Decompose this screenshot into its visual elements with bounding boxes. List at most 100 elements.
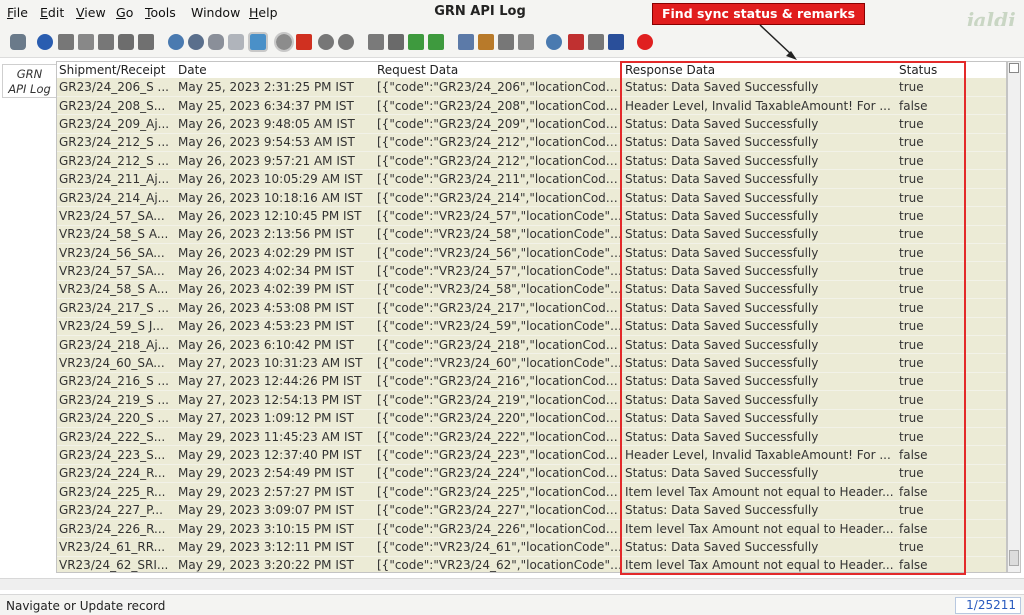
window-icon[interactable] [608, 34, 624, 50]
close-icon[interactable] [637, 34, 653, 50]
date-cell[interactable]: May 26, 2023 4:02:39 PM IST [176, 280, 375, 300]
table-row[interactable]: GR23/24_226_R... May 29, 2023 3:10:15 PM … [57, 519, 1006, 539]
table-row[interactable]: GR23/24_208_S... May 25, 2023 6:34:37 PM … [57, 96, 1006, 116]
date-cell[interactable]: May 26, 2023 6:10:42 PM IST [176, 335, 375, 355]
status-cell[interactable]: false [897, 96, 1006, 116]
product-icon[interactable] [588, 34, 604, 50]
scrollbar-thumb[interactable] [1009, 550, 1019, 566]
vertical-scrollbar[interactable] [1007, 61, 1021, 573]
shipment-cell[interactable]: VR23/24_58_S A... [57, 225, 176, 245]
status-cell[interactable]: true [897, 169, 1006, 189]
response-data-cell[interactable]: Status: Data Saved Successfully [623, 372, 897, 392]
forward-icon[interactable] [338, 34, 354, 50]
zoom-icon[interactable] [546, 34, 562, 50]
column-header[interactable]: Status [897, 62, 1006, 78]
request-data-cell[interactable]: [{"code":"VR23/24_56","locationCode":"..… [375, 243, 623, 263]
date-cell[interactable]: May 26, 2023 4:02:29 PM IST [176, 243, 375, 263]
column-chooser-icon[interactable] [1009, 63, 1019, 73]
archive-icon[interactable] [478, 34, 494, 50]
date-cell[interactable]: May 25, 2023 2:31:25 PM IST [176, 78, 375, 97]
response-data-cell[interactable]: Status: Data Saved Successfully [623, 537, 897, 557]
table-row[interactable]: GR23/24_218_Aj... May 26, 2023 6:10:42 PM… [57, 335, 1006, 355]
print-preview-icon[interactable] [518, 34, 534, 50]
date-cell[interactable]: May 26, 2023 4:53:08 PM IST [176, 298, 375, 318]
request-data-cell[interactable]: [{"code":"GR23/24_208","locationCode... [375, 96, 623, 116]
shipment-cell[interactable]: GR23/24_220_S ... [57, 409, 176, 428]
refresh-icon[interactable] [168, 34, 184, 50]
status-cell[interactable]: true [897, 464, 1006, 484]
table-row[interactable]: VR23/24_58_S A... May 26, 2023 2:13:56 PM… [57, 225, 1006, 245]
shipment-cell[interactable]: GR23/24_227_P... [57, 500, 176, 520]
shipment-cell[interactable]: GR23/24_216_S ... [57, 372, 176, 392]
date-cell[interactable]: May 26, 2023 10:18:16 AM IST [176, 188, 375, 208]
table-row[interactable]: GR23/24_212_S ... May 26, 2023 9:54:53 AM… [57, 133, 1006, 153]
response-data-cell[interactable]: Item level Tax Amount not equal to Heade… [623, 482, 897, 502]
request-data-cell[interactable]: [{"code":"VR23/24_58","locationCode":"..… [375, 280, 623, 300]
shipment-cell[interactable]: GR23/24_214_Aj... [57, 188, 176, 208]
status-cell[interactable]: true [897, 335, 1006, 355]
table-row[interactable]: GR23/24_220_S ... May 27, 2023 1:09:12 PM… [57, 409, 1006, 428]
status-cell[interactable]: true [897, 427, 1006, 447]
request-data-cell[interactable]: [{"code":"GR23/24_212","locationCode... [375, 151, 623, 171]
request-data-cell[interactable]: [{"code":"VR23/24_58","locationCode":"..… [375, 225, 623, 245]
response-data-cell[interactable]: Status: Data Saved Successfully [623, 409, 897, 428]
api-log-grid[interactable]: Shipment/Receipt Date Request Data Response… [56, 61, 1007, 573]
table-row[interactable]: GR23/24_227_P... May 29, 2023 3:09:07 PM … [57, 500, 1006, 520]
status-cell[interactable]: true [897, 409, 1006, 428]
column-header[interactable]: Request Data [375, 62, 623, 78]
fullscreen-icon[interactable] [248, 32, 268, 52]
date-cell[interactable]: May 29, 2023 2:57:27 PM IST [176, 482, 375, 502]
history-icon[interactable] [274, 32, 294, 52]
shipment-cell[interactable]: VR23/24_57_SA... [57, 261, 176, 281]
help-icon[interactable] [37, 34, 53, 50]
request-data-cell[interactable]: [{"code":"GR23/24_209","locationCode... [375, 114, 623, 134]
request-data-cell[interactable]: [{"code":"GR23/24_206","locationCode... [375, 78, 623, 97]
report-icon[interactable] [458, 34, 474, 50]
copy-icon[interactable] [78, 34, 94, 50]
request-data-cell[interactable]: [{"code":"VR23/24_60","locationCode":"..… [375, 353, 623, 373]
table-row[interactable]: GR23/24_206_S ... May 25, 2023 2:31:25 PM… [57, 78, 1006, 97]
status-cell[interactable]: false [897, 482, 1006, 502]
table-row[interactable]: VR23/24_57_SA... May 26, 2023 12:10:45 PM… [57, 206, 1006, 226]
date-cell[interactable]: May 29, 2023 11:45:23 AM IST [176, 427, 375, 447]
request-data-cell[interactable]: [{"code":"GR23/24_225","locationCode... [375, 482, 623, 502]
table-row[interactable]: VR23/24_61_RR... May 29, 2023 3:12:11 PM … [57, 537, 1006, 557]
response-data-cell[interactable]: Header Level, Invalid TaxableAmount! For… [623, 96, 897, 116]
status-cell[interactable]: true [897, 133, 1006, 153]
date-cell[interactable]: May 29, 2023 3:12:11 PM IST [176, 537, 375, 557]
status-cell[interactable]: true [897, 372, 1006, 392]
response-data-cell[interactable]: Status: Data Saved Successfully [623, 500, 897, 520]
response-data-cell[interactable]: Status: Data Saved Successfully [623, 298, 897, 318]
shipment-cell[interactable]: GR23/24_224_R... [57, 464, 176, 484]
shipment-cell[interactable]: GR23/24_206_S ... [57, 78, 176, 97]
record-count[interactable]: 1/25211 [955, 597, 1021, 614]
date-cell[interactable]: May 26, 2023 12:10:45 PM IST [176, 206, 375, 226]
response-data-cell[interactable]: Header Level, Invalid TaxableAmount! For… [623, 445, 897, 465]
date-cell[interactable]: May 29, 2023 3:10:15 PM IST [176, 519, 375, 539]
response-data-cell[interactable]: Item level Tax Amount not equal to Heade… [623, 519, 897, 539]
date-cell[interactable]: May 26, 2023 2:13:56 PM IST [176, 225, 375, 245]
request-data-cell[interactable]: [{"code":"GR23/24_226","locationCode... [375, 519, 623, 539]
request-data-cell[interactable]: [{"code":"GR23/24_227","locationCode... [375, 500, 623, 520]
chat-icon[interactable] [228, 34, 244, 50]
response-data-cell[interactable]: Status: Data Saved Successfully [623, 464, 897, 484]
table-row[interactable]: VR23/24_56_SA... May 26, 2023 4:02:29 PM … [57, 243, 1006, 263]
request-data-cell[interactable]: [{"code":"GR23/24_224","locationCode... [375, 464, 623, 484]
response-data-cell[interactable]: Status: Data Saved Successfully [623, 151, 897, 171]
table-row[interactable]: GR23/24_223_S... May 29, 2023 12:37:40 PM… [57, 445, 1006, 465]
request-data-cell[interactable]: [{"code":"VR23/24_62","locationCode":"..… [375, 556, 623, 572]
shipment-cell[interactable]: GR23/24_222_S... [57, 427, 176, 447]
response-data-cell[interactable]: Status: Data Saved Successfully [623, 188, 897, 208]
status-cell[interactable]: true [897, 537, 1006, 557]
column-header[interactable]: Shipment/Receipt [57, 62, 176, 78]
horizontal-scrollbar[interactable] [0, 578, 1024, 590]
request-data-cell[interactable]: [{"code":"VR23/24_57","locationCode":"..… [375, 206, 623, 226]
response-data-cell[interactable]: Status: Data Saved Successfully [623, 225, 897, 245]
find-icon[interactable] [188, 34, 204, 50]
undo-icon[interactable] [10, 34, 26, 50]
shipment-cell[interactable]: GR23/24_225_R... [57, 482, 176, 502]
shipment-cell[interactable]: GR23/24_212_S ... [57, 133, 176, 153]
request-data-cell[interactable]: [{"code":"GR23/24_212","locationCode... [375, 133, 623, 153]
shipment-cell[interactable]: VR23/24_56_SA... [57, 243, 176, 263]
response-data-cell[interactable]: Status: Data Saved Successfully [623, 206, 897, 226]
